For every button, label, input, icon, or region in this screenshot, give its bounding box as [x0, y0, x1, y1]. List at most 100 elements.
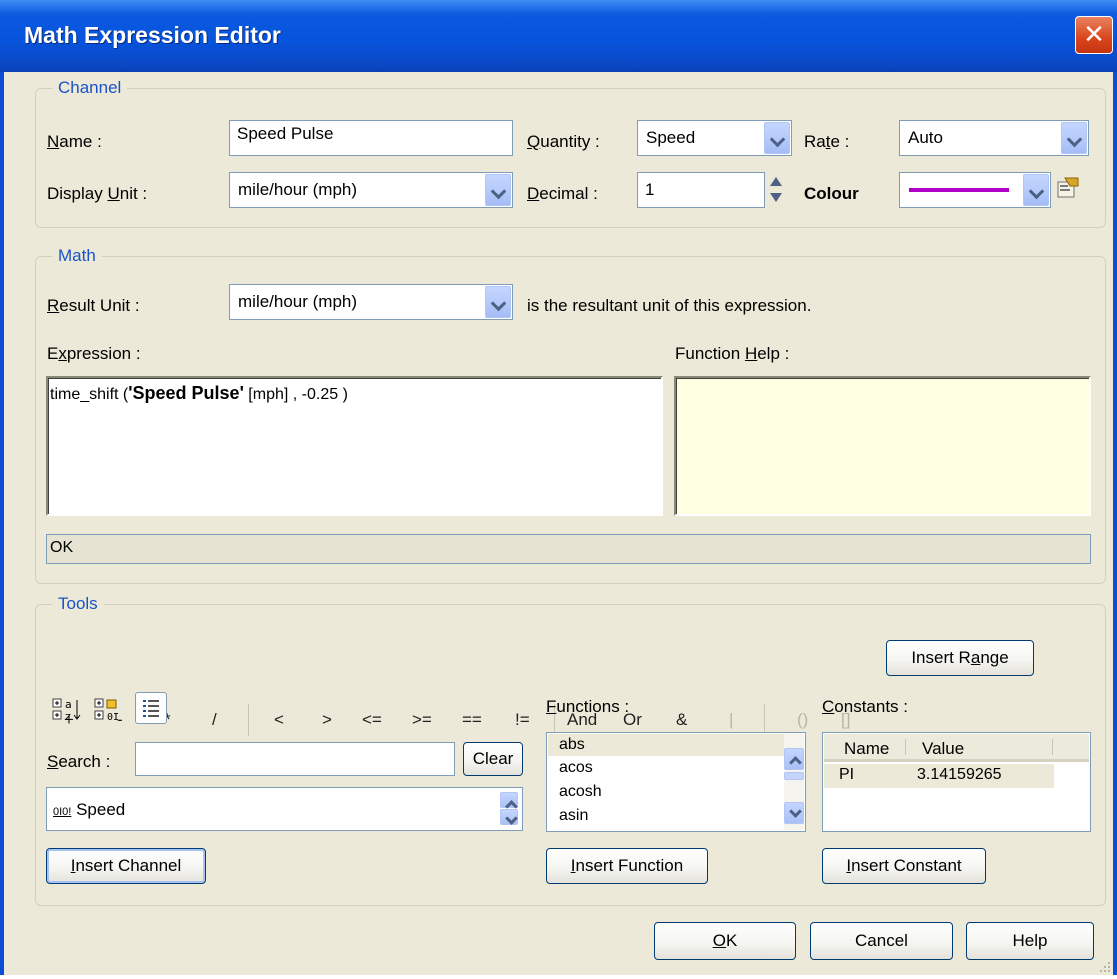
- help-button[interactable]: Help: [966, 922, 1094, 960]
- display-unit-label: Display Unit :: [47, 184, 148, 203]
- quantity-label: Quantity :: [527, 132, 600, 151]
- constant-name: PI: [839, 766, 855, 783]
- function-item-acosh[interactable]: acosh: [559, 781, 602, 803]
- decimal-label: Decimal :: [527, 184, 598, 203]
- status-bar: OK: [46, 534, 1091, 564]
- function-item-acos[interactable]: acos: [559, 757, 593, 779]
- quantity-value: Speed: [646, 128, 696, 147]
- op-less[interactable]: <: [274, 710, 284, 730]
- name-value: Speed Pulse: [237, 124, 334, 143]
- channel-list[interactable]: 0I0! Speed: [46, 787, 523, 831]
- colour-select[interactable]: [899, 172, 1051, 208]
- channel-legend: Channel: [52, 78, 128, 98]
- result-unit-value: mile/hour (mph): [238, 292, 358, 311]
- scroll-down-icon[interactable]: [784, 802, 804, 824]
- op-ampersand[interactable]: &: [676, 710, 687, 730]
- result-unit-label: Result Unit :: [47, 296, 140, 315]
- constants-col-value[interactable]: Value: [922, 739, 964, 759]
- insert-range-button[interactable]: Insert Range: [886, 640, 1034, 676]
- op-pipe: |: [729, 710, 734, 729]
- column-divider: [905, 739, 906, 755]
- scroll-up-icon[interactable]: [500, 792, 518, 808]
- colour-properties-icon[interactable]: [1056, 176, 1080, 200]
- expression-label: Expression :: [47, 344, 141, 363]
- chevron-down-icon[interactable]: [485, 286, 511, 318]
- math-expression-editor-window: Math Expression Editor ✕ Channel Name : …: [0, 0, 1117, 975]
- expression-editor[interactable]: time_shift ('Speed Pulse' [mph] , -0.25 …: [46, 376, 663, 516]
- function-item-abs[interactable]: abs: [548, 734, 784, 756]
- colour-swatch: [909, 188, 1009, 192]
- tools-legend: Tools: [52, 594, 104, 614]
- colour-label: Colour: [804, 184, 859, 203]
- search-label: Search :: [47, 752, 111, 771]
- function-item-asin[interactable]: asin: [559, 805, 588, 827]
- rate-select[interactable]: Auto: [899, 120, 1089, 156]
- close-button[interactable]: ✕: [1075, 16, 1113, 54]
- constants-header: Name Value: [824, 734, 1089, 762]
- insert-channel-button[interactable]: Insert Channel: [46, 848, 206, 884]
- functions-label: Functions :: [546, 697, 630, 716]
- decimal-value: 1: [645, 180, 655, 199]
- ok-button[interactable]: OK: [654, 922, 796, 960]
- op-divide[interactable]: /: [212, 710, 217, 730]
- math-legend: Math: [52, 246, 102, 266]
- constant-value: 3.14159265: [917, 766, 1002, 783]
- name-label: Name :: [47, 132, 102, 151]
- list-view-icon[interactable]: [135, 692, 167, 724]
- sort-alpha-icon[interactable]: a z: [52, 697, 82, 723]
- dialog-body: Channel Name : Speed Pulse Quantity : Sp…: [4, 72, 1113, 975]
- result-unit-select[interactable]: mile/hour (mph): [229, 284, 513, 320]
- constants-table[interactable]: Name Value PI 3.14159265: [822, 732, 1091, 832]
- rate-label: Rate :: [804, 132, 850, 151]
- function-help-panel: [674, 376, 1091, 516]
- sort-type-icon[interactable]: 0I: [94, 697, 124, 723]
- scroll-down-icon[interactable]: [500, 809, 518, 825]
- name-field[interactable]: Speed Pulse: [229, 120, 513, 156]
- display-unit-select[interactable]: mile/hour (mph): [229, 172, 513, 208]
- channel-list-item[interactable]: 0I0! Speed: [53, 800, 125, 820]
- rate-value: Auto: [908, 128, 943, 147]
- expression-suffix: [mph] , -0.25 ): [243, 386, 348, 403]
- op-not-equal[interactable]: !=: [515, 710, 530, 730]
- op-parentheses: (): [797, 710, 809, 729]
- chevron-down-icon[interactable]: [1061, 122, 1087, 154]
- expression-prefix: time_shift (: [50, 386, 129, 403]
- channel-type-icon: 0I0!: [53, 806, 72, 818]
- display-unit-value: mile/hour (mph): [238, 180, 358, 199]
- expression-channel-ref: 'Speed Pulse': [128, 383, 244, 403]
- op-separator: [248, 704, 249, 736]
- op-less-equal[interactable]: <=: [362, 710, 382, 730]
- decimal-field[interactable]: 1: [637, 172, 765, 208]
- spin-up-icon[interactable]: [770, 177, 782, 186]
- chevron-down-icon[interactable]: [764, 122, 790, 154]
- functions-list[interactable]: abs acos acosh asin: [546, 732, 806, 832]
- scroll-thumb[interactable]: [784, 772, 804, 780]
- resize-grip-icon[interactable]: [1096, 958, 1112, 974]
- title-bar[interactable]: Math Expression Editor ✕: [0, 0, 1117, 72]
- scroll-up-icon[interactable]: [784, 748, 804, 770]
- result-unit-note: is the resultant unit of this expression…: [527, 296, 812, 315]
- constants-col-name[interactable]: Name: [844, 739, 889, 759]
- column-divider: [1052, 739, 1053, 755]
- insert-function-button[interactable]: Insert Function: [546, 848, 708, 884]
- constant-row-pi[interactable]: PI 3.14159265: [824, 764, 1054, 788]
- channel-list-spinner[interactable]: [500, 792, 518, 826]
- chevron-down-icon[interactable]: [1023, 174, 1049, 206]
- op-greater-equal[interactable]: >=: [412, 710, 432, 730]
- quantity-select[interactable]: Speed: [637, 120, 792, 156]
- chevron-down-icon[interactable]: [485, 174, 511, 206]
- op-equal[interactable]: ==: [462, 710, 482, 730]
- clear-button[interactable]: Clear: [463, 742, 523, 776]
- op-greater[interactable]: >: [322, 710, 332, 730]
- constants-label: Constants :: [822, 697, 908, 716]
- cancel-button[interactable]: Cancel: [810, 922, 953, 960]
- decimal-spinner[interactable]: [767, 173, 785, 207]
- close-icon: ✕: [1083, 19, 1105, 49]
- functions-scrollbar[interactable]: [784, 734, 804, 830]
- function-help-label: Function Help :: [675, 344, 790, 363]
- insert-constant-button[interactable]: Insert Constant: [822, 848, 986, 884]
- channel-item-label: Speed: [76, 800, 126, 819]
- window-title: Math Expression Editor: [24, 22, 281, 48]
- search-input[interactable]: [135, 742, 455, 776]
- spin-down-icon[interactable]: [770, 193, 782, 202]
